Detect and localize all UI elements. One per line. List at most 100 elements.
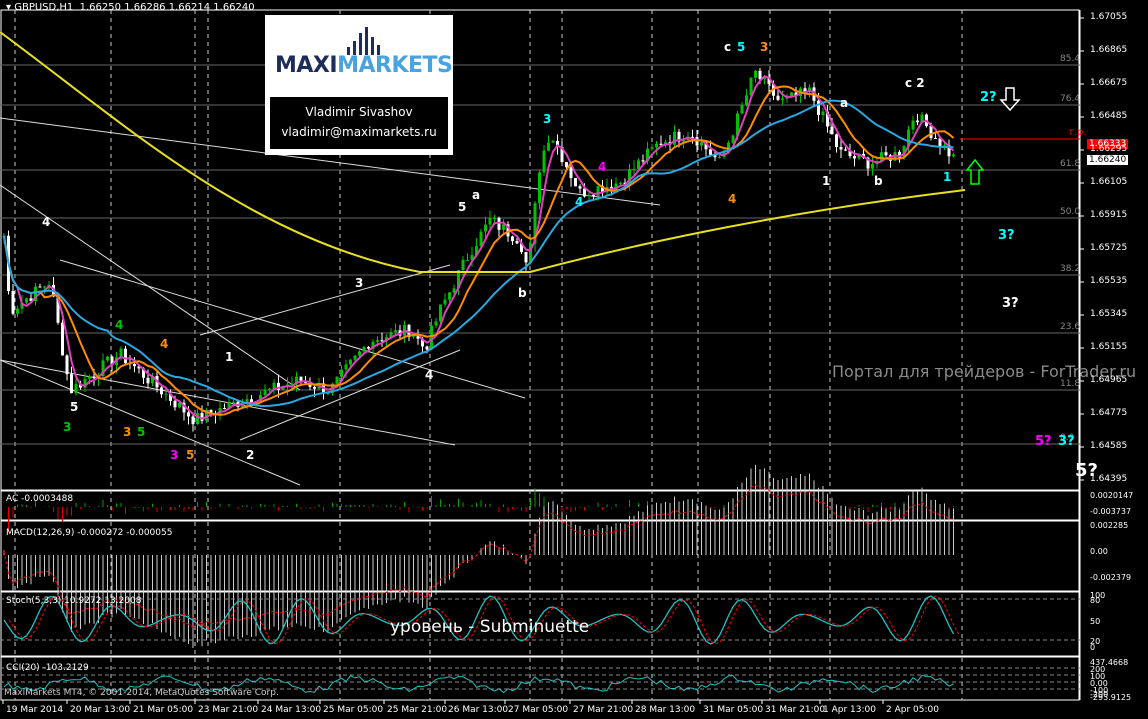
fib-label: 61.8: [1060, 159, 1081, 169]
candle-body: [344, 364, 348, 370]
time-tick-label: 2 Apr 05:00: [886, 705, 939, 715]
candle-body: [16, 308, 19, 314]
candle-body: [929, 126, 933, 139]
candle-body: [709, 149, 712, 155]
fib-label: 11.8: [1060, 379, 1081, 389]
price-tick-label: 1.65535: [1090, 276, 1128, 286]
wave-label: 4: [575, 195, 584, 209]
candle-body: [461, 259, 465, 271]
candle-body: [650, 147, 654, 149]
wave-label: 4: [425, 368, 434, 382]
candle-body: [731, 135, 735, 143]
candle-body: [830, 126, 834, 135]
price-tick-label: 1.64775: [1090, 408, 1128, 418]
candle-body: [718, 156, 721, 158]
time-tick-label: 31 Mar 21:00: [765, 705, 826, 715]
fib-label: 23.6: [1060, 322, 1081, 332]
time-tick-label: 27 Mar 21:00: [573, 705, 634, 715]
candle-body: [11, 291, 15, 314]
candle-body: [232, 401, 235, 403]
tp-label: т.р.: [1068, 127, 1087, 138]
wave-label: 5?: [1035, 434, 1052, 449]
wave-label: 3: [170, 448, 179, 462]
wave-label: 4: [728, 192, 737, 206]
macd-axis-label: 0.002285: [1090, 521, 1129, 530]
macd-label: MACD(12,26,9) -0.000272 -0.000055: [6, 528, 173, 538]
wave-label: 3: [123, 425, 132, 439]
price-tick-label: 1.66675: [1090, 78, 1128, 88]
bid-price-box: 1.66240: [1087, 155, 1129, 165]
wave-label: c 2: [905, 76, 925, 90]
wave-label: 1: [225, 350, 234, 364]
candle-body: [160, 387, 163, 395]
candle-body: [547, 142, 550, 151]
candle-body: [187, 412, 190, 417]
candle-body: [88, 376, 91, 379]
candle-body: [106, 356, 109, 361]
candle-body: [749, 77, 753, 96]
wave-label: b: [874, 174, 883, 188]
price-tick-label: 1.66105: [1090, 177, 1128, 187]
candle-body: [466, 259, 469, 261]
symbol-label: GBPUSD,H1: [14, 2, 74, 13]
candle-body: [358, 351, 361, 356]
wave-label: 1: [943, 170, 952, 184]
candle-body: [43, 286, 46, 288]
candle-body: [916, 120, 919, 123]
macd-axis-label: -0.002379: [1090, 573, 1132, 582]
wave-label: 2: [246, 448, 255, 462]
price-tick-label: 1.65915: [1090, 210, 1128, 220]
author-name: Vladimir Sivashov: [305, 105, 413, 119]
candle-body: [173, 400, 177, 408]
ac-axis-label: 0.0020147: [1090, 491, 1134, 500]
candle-body: [223, 408, 226, 410]
candle-body: [871, 163, 874, 169]
candle-body: [493, 218, 496, 220]
ac-axis-label: -0.003737: [1090, 507, 1132, 516]
wave-label: 4: [160, 337, 169, 351]
candle-body: [853, 156, 856, 159]
wave-label: a: [472, 188, 481, 202]
candle-body: [592, 194, 595, 196]
fib-label: 85.4: [1060, 54, 1081, 64]
candle-body: [839, 147, 843, 150]
candle-body: [353, 355, 357, 360]
candle-body: [754, 70, 757, 78]
stoch-axis-label: 0: [1090, 643, 1096, 652]
time-tick-label: 31 Mar 05:00: [703, 705, 764, 715]
brand-maxi: MAXI: [275, 53, 338, 78]
low-price: 1.66214: [168, 2, 211, 13]
up-arrow-icon: [965, 158, 985, 185]
candle-body: [340, 369, 343, 377]
candle-body: [776, 95, 780, 100]
candle-body: [542, 150, 546, 173]
price-tick-label: 1.65725: [1090, 243, 1128, 253]
candle-body: [38, 286, 42, 288]
candle-body: [551, 140, 555, 143]
candle-body: [587, 194, 591, 197]
candle-body: [884, 152, 888, 156]
candle-body: [268, 388, 271, 390]
macd-axis-label: 0.00: [1090, 547, 1108, 556]
price-tick-label: 1.64965: [1090, 375, 1128, 385]
candle-body: [61, 322, 64, 356]
candle-body: [632, 168, 636, 170]
candle-body: [263, 389, 267, 396]
candle-body: [434, 321, 438, 326]
stoch-axis-label: 50: [1090, 617, 1101, 626]
time-tick-label: 1 Apr 13:00: [823, 705, 876, 715]
cci-axis-label: -293.9125: [1090, 693, 1132, 702]
candle-body: [488, 218, 492, 225]
fib-label: 38.2: [1060, 264, 1081, 274]
candle-body: [313, 386, 316, 389]
chart-canvas[interactable]: [0, 0, 1148, 719]
wave-label: a: [840, 96, 849, 110]
price-tick-label: 1.66295: [1090, 144, 1128, 154]
wave-label: 5: [458, 200, 467, 214]
wave-label: b: [518, 286, 527, 300]
candle-body: [65, 355, 69, 375]
wave-label: 4: [115, 318, 124, 332]
candle-body: [745, 95, 748, 106]
wave-label: 4: [598, 160, 607, 174]
candle-body: [515, 241, 519, 244]
